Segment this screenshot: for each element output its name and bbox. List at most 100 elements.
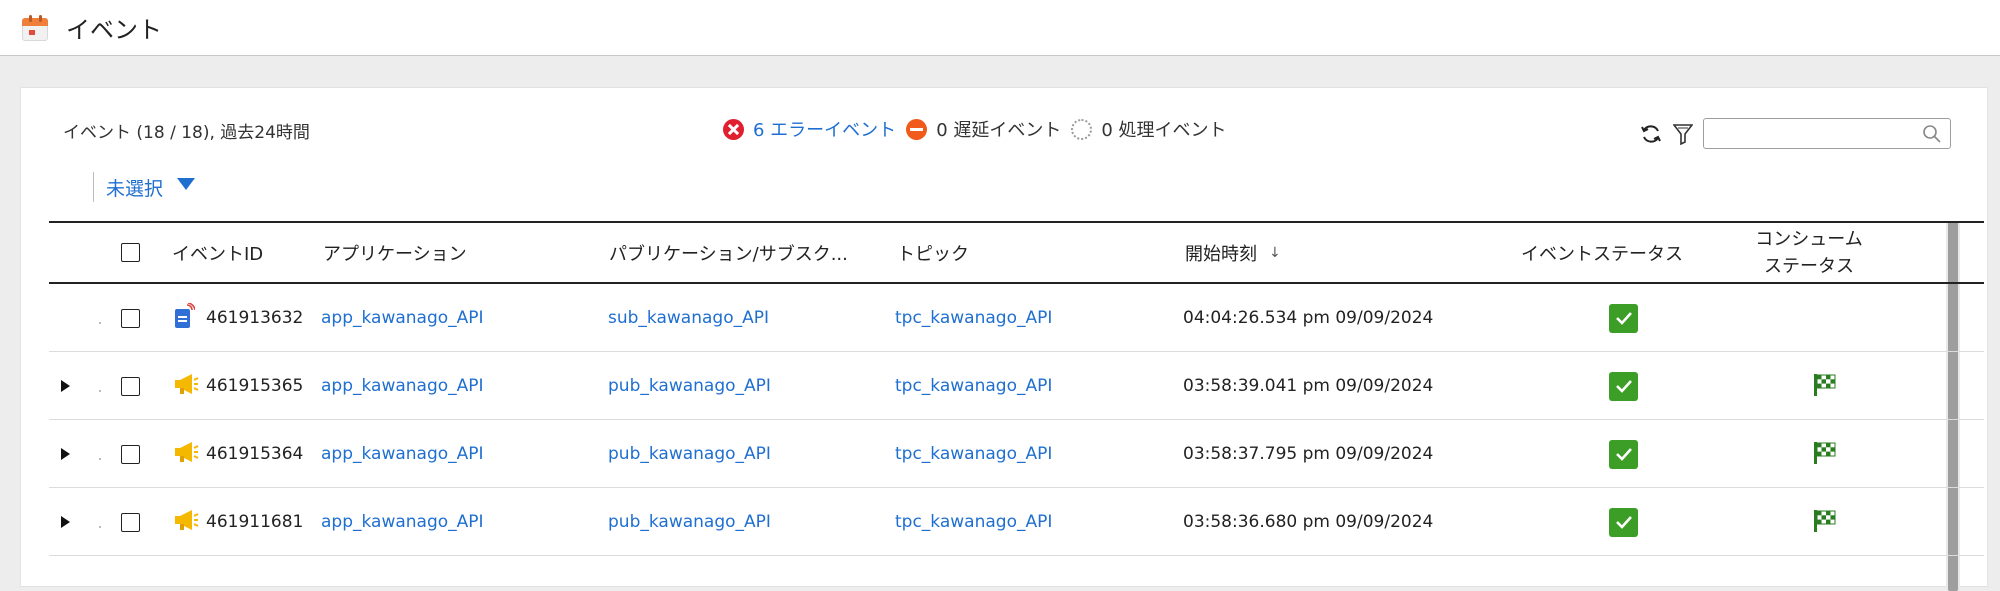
row-marker [99,390,101,392]
expander-cell[interactable] [61,420,70,488]
col-application[interactable]: アプリケーション [323,223,467,282]
expand-row-icon[interactable] [61,380,70,392]
event-id[interactable]: 461911681 [206,488,303,556]
topic-link[interactable]: tpc_kawanago_API [895,420,1052,488]
table-row[interactable]: 461915364 app_kawanago_API pub_kawanago_AP… [49,420,1984,488]
megaphone-icon [173,440,199,469]
event-id[interactable]: 461915365 [206,352,303,420]
event-status-cell [1609,488,1638,556]
row-checkbox[interactable] [121,308,140,328]
col-event-id[interactable]: イベントID [172,223,263,282]
pubsub-link[interactable]: sub_kawanago_API [608,284,769,352]
pubsub-link[interactable]: pub_kawanago_API [608,420,771,488]
page-header: イベント [0,0,2000,56]
event-id[interactable]: 461915364 [206,420,303,488]
topic-link[interactable]: tpc_kawanago_API [895,488,1052,556]
pubsub-link[interactable]: pub_kawanago_API [608,488,771,556]
refresh-icon[interactable] [1639,122,1663,146]
row-select-cell [121,420,140,488]
selection-label[interactable]: 未選択 [106,174,163,201]
application-link[interactable]: app_kawanago_API [321,352,484,420]
expander-cell[interactable] [61,352,70,420]
expand-row-icon[interactable] [61,516,70,528]
filter-icon[interactable] [1671,122,1695,146]
topic-link[interactable]: tpc_kawanago_API [895,352,1052,420]
processing-events-counter: 0 処理イベント [1071,116,1227,142]
sort-desc-icon[interactable]: ↓ [1269,245,1281,261]
success-check-icon[interactable] [1609,439,1638,469]
event-type-cell [173,352,199,420]
row-marker-cell [99,420,101,488]
events-summary: イベント (18 / 18), 過去24時間 [63,123,310,143]
topic-link[interactable]: tpc_kawanago_API [895,284,1052,352]
select-all-checkbox[interactable] [121,243,140,262]
row-select-cell [121,488,140,556]
row-marker-cell [99,488,101,556]
checkered-flag-icon[interactable] [1812,507,1838,538]
row-marker-cell [99,284,101,352]
event-status-cell [1609,284,1638,352]
application-link[interactable]: app_kawanago_API [321,488,484,556]
col-event-status[interactable]: イベントステータス [1521,223,1683,282]
row-select-cell [121,352,140,420]
success-check-icon[interactable] [1609,507,1638,537]
late-icon [906,118,928,140]
search-input[interactable] [1710,123,1910,145]
consume-status-cell [1812,420,1838,488]
late-events-label: 0 遅延イベント [936,120,1062,141]
search-icon[interactable] [1922,124,1942,144]
event-counters: 6 エラーイベント 0 遅延イベント 0 処理イベント [723,116,1237,142]
megaphone-icon [173,372,199,401]
col-topic[interactable]: トピック [897,223,969,282]
application-link[interactable]: app_kawanago_API [321,284,484,352]
table-body: 461913632 app_kawanago_API sub_kawanago_AP… [49,284,1984,556]
table-toolbar [1639,118,1951,149]
expander-cell[interactable] [61,488,70,556]
selection-dropdown[interactable]: 未選択 [93,172,196,202]
megaphone-icon [173,508,199,537]
event-type-cell [173,420,199,488]
row-checkbox[interactable] [121,444,140,464]
late-events-counter: 0 遅延イベント [906,116,1061,142]
col-start-time-label: 開始時刻 [1185,243,1257,265]
table-row[interactable]: 461911681 app_kawanago_API pub_kawanago_AP… [49,488,1984,556]
subscription-document-icon [173,301,196,334]
search-field[interactable] [1703,118,1951,149]
application-link[interactable]: app_kawanago_API [321,420,484,488]
table-row[interactable]: 461915365 app_kawanago_API pub_kawanago_AP… [49,352,1984,420]
start-time: 03:58:39.041 pm 09/09/2024 [1183,376,1434,396]
row-marker-cell [99,352,101,420]
row-checkbox[interactable] [121,512,140,532]
col-pubsub[interactable]: パブリケーション/サブスク... [609,223,848,282]
select-all-cell [121,223,140,282]
start-time: 03:58:37.795 pm 09/09/2024 [1183,444,1434,464]
row-checkbox[interactable] [121,376,140,396]
error-events-counter[interactable]: 6 エラーイベント [723,116,896,142]
success-check-icon[interactable] [1609,371,1638,401]
page-title: イベント [66,16,162,44]
chevron-down-icon[interactable] [177,178,196,190]
checkered-flag-icon[interactable] [1812,439,1838,470]
error-events-label[interactable]: 6 エラーイベント [753,116,896,142]
checkered-flag-icon[interactable] [1812,371,1838,402]
table-header: イベントID アプリケーション パブリケーション/サブスク... トピック 開始… [49,221,1984,284]
event-type-cell [173,488,199,556]
consume-status-cell [1812,488,1838,556]
col-start-time[interactable]: 開始時刻 ↓ [1185,223,1281,282]
col-consume-status[interactable]: コンシューム ステータス [1749,223,1869,282]
event-type-cell [173,284,196,352]
processing-icon [1071,118,1093,140]
table-row[interactable]: 461913632 app_kawanago_API sub_kawanago_AP… [49,284,1984,352]
success-check-icon[interactable] [1609,303,1638,333]
pubsub-link[interactable]: pub_kawanago_API [608,352,771,420]
events-table: イベントID アプリケーション パブリケーション/サブスク... トピック 開始… [49,221,1984,556]
event-id[interactable]: 461913632 [206,284,303,352]
events-panel: イベント (18 / 18), 過去24時間 6 エラーイベント 0 遅延イベン… [20,87,1988,591]
consume-status-cell [1812,352,1838,420]
expand-row-icon[interactable] [61,448,70,460]
event-status-cell [1609,420,1638,488]
event-status-cell [1609,352,1638,420]
start-time: 04:04:26.534 pm 09/09/2024 [1183,308,1434,328]
row-select-cell [121,284,140,352]
row-marker [99,526,101,528]
